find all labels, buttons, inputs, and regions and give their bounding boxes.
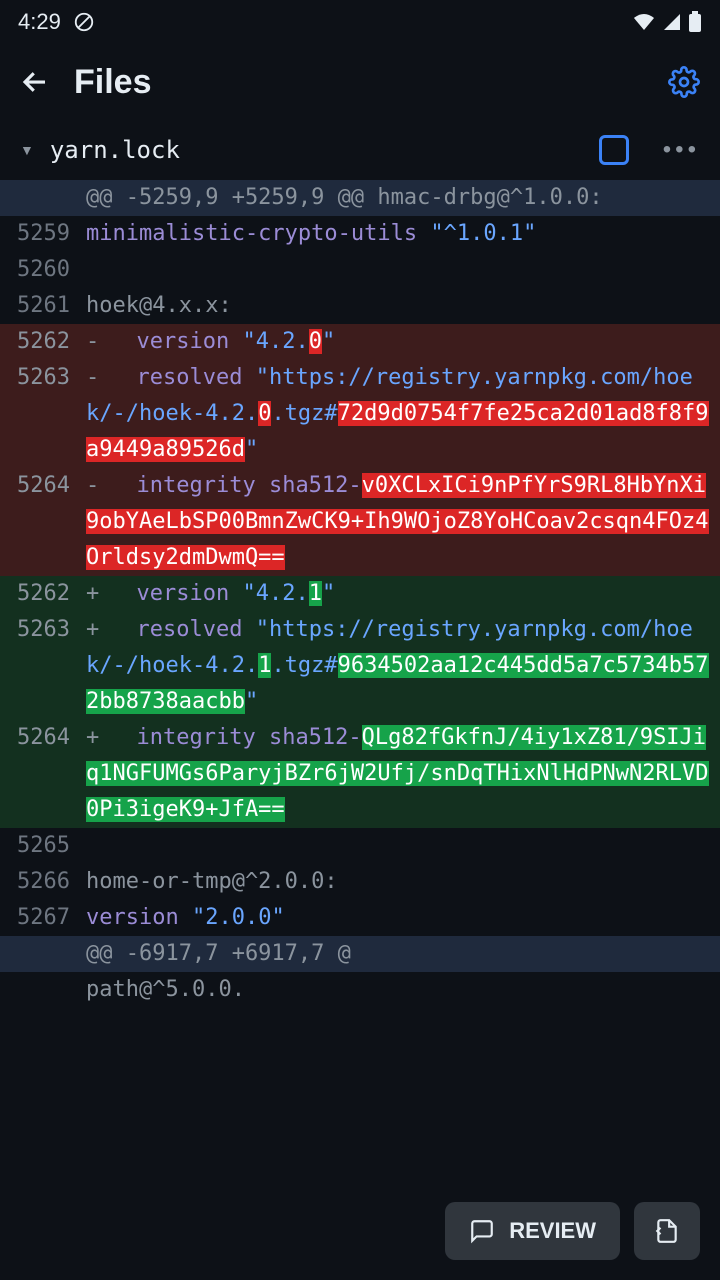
diff-line: 5266 home-or-tmp@^2.0.0: (0, 864, 720, 900)
diff-line: 5260 (0, 252, 720, 288)
signal-icon (662, 12, 682, 32)
file-checkbox[interactable] (599, 135, 629, 165)
page-title: Files (74, 63, 644, 102)
comment-icon (469, 1218, 495, 1244)
diff-line: 5267 version "2.0.0" (0, 900, 720, 936)
diff-view[interactable]: @@ -5259,9 +5259,9 @@ hmac-drbg@^1.0.0: … (0, 180, 720, 1008)
diff-line: 5261 hoek@4.x.x: (0, 288, 720, 324)
review-label: REVIEW (509, 1218, 596, 1244)
diff-line-addition: 5264 + integrity sha512-QLg82fGkfnJ/4iy1… (0, 720, 720, 828)
status-bar: 4:29 (0, 0, 720, 44)
back-arrow-icon[interactable] (20, 67, 50, 97)
wifi-icon (632, 12, 656, 32)
diff-line: 5259 minimalistic-crypto-utils "^1.0.1" (0, 216, 720, 252)
diff-line-deletion: 5263 - resolved "https://registry.yarnpk… (0, 360, 720, 468)
hunk-header: @@ -5259,9 +5259,9 @@ hmac-drbg@^1.0.0: (0, 180, 720, 216)
file-jump-icon (654, 1218, 680, 1244)
dnd-icon (73, 11, 95, 33)
more-icon[interactable]: ••• (663, 136, 700, 164)
diff-line-deletion: 5264 - integrity sha512-v0XCLxICi9nPfYrS… (0, 468, 720, 576)
diff-line-addition: 5262 + version "4.2.1" (0, 576, 720, 612)
diff-line: path@^5.0.0. (0, 972, 720, 1008)
gear-icon[interactable] (668, 66, 700, 98)
diff-line: 5265 (0, 828, 720, 864)
diff-line-deletion: 5262 - version "4.2.0" (0, 324, 720, 360)
chevron-down-icon: ▼ (20, 142, 34, 158)
battery-icon (688, 11, 702, 33)
file-header[interactable]: ▼ yarn.lock ••• (0, 120, 720, 180)
status-time: 4:29 (18, 9, 61, 35)
app-bar: Files (0, 44, 720, 120)
review-button[interactable]: REVIEW (445, 1202, 620, 1260)
jump-file-button[interactable] (634, 1202, 700, 1260)
filename: yarn.lock (50, 136, 180, 164)
hunk-header: @@ -6917,7 +6917,7 @ (0, 936, 720, 972)
diff-line-addition: 5263 + resolved "https://registry.yarnpk… (0, 612, 720, 720)
